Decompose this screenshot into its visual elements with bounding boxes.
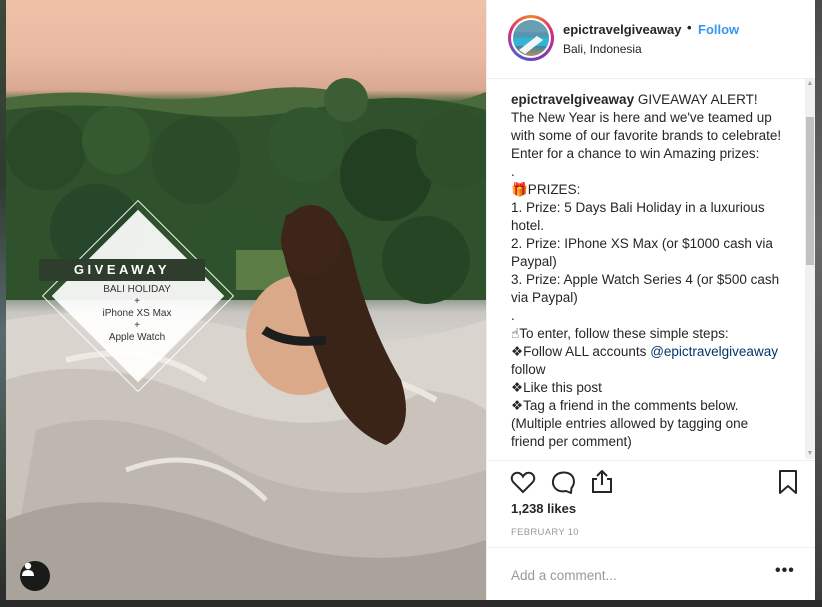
prize-3: 3. Prize: Apple Watch Series 4 (or $500 … xyxy=(511,272,780,305)
overlay-sep: + xyxy=(134,320,140,331)
bottom-band xyxy=(0,600,822,607)
comment-input[interactable] xyxy=(509,563,763,587)
post-sidebar: epictravelgiveaway • Follow Bali, Indone… xyxy=(486,0,815,600)
step-2: ❖Like this post xyxy=(511,380,602,395)
heart-icon xyxy=(510,471,536,494)
likes-count[interactable]: 1,238 likes xyxy=(511,501,576,516)
more-options-icon[interactable]: ••• xyxy=(775,562,795,580)
comment-button[interactable] xyxy=(549,468,577,496)
scroll-down-icon[interactable]: ▼ xyxy=(805,449,815,459)
avatar[interactable] xyxy=(508,15,554,61)
post-photo[interactable]: GIVEAWAY BALI HOLIDAY + iPhone XS Max + … xyxy=(6,0,486,600)
prize-1: 1. Prize: 5 Days Bali Holiday in a luxur… xyxy=(511,200,765,233)
caption-dot: . xyxy=(511,308,515,323)
location-link[interactable]: Bali, Indonesia xyxy=(563,42,642,56)
post-header: epictravelgiveaway • Follow Bali, Indone… xyxy=(487,0,815,79)
step-1-suffix: follow xyxy=(511,362,546,377)
prize-2: 2. Prize: IPhone XS Max (or $1000 cash v… xyxy=(511,236,773,269)
steps-heading: ☝To enter, follow these simple steps: xyxy=(511,326,729,341)
follow-button[interactable]: Follow xyxy=(698,22,739,37)
mention-link[interactable]: @epictravelgiveaway xyxy=(650,344,778,359)
action-bar xyxy=(487,460,815,501)
share-button[interactable] xyxy=(588,468,616,496)
comment-icon xyxy=(551,471,575,494)
scroll-thumb[interactable] xyxy=(806,117,814,265)
overlay-line-watch: Apple Watch xyxy=(108,332,166,343)
step-3: ❖Tag a friend in the comments below. xyxy=(511,398,739,413)
caption-note: (Multiple entries allowed by tagging one… xyxy=(511,416,749,449)
overlay-title: GIVEAWAY xyxy=(39,259,205,281)
share-icon xyxy=(592,470,612,493)
overlay-sep: + xyxy=(134,296,140,307)
save-button[interactable] xyxy=(774,468,802,496)
comment-bar: ••• xyxy=(487,547,815,601)
avatar-image xyxy=(513,20,549,56)
caption-dot: . xyxy=(511,164,515,179)
person-icon xyxy=(22,562,34,576)
header-dot: • xyxy=(687,20,692,35)
caption-scrollbar[interactable]: ▲ ▼ xyxy=(805,79,815,459)
caption-area[interactable]: epictravelgiveaway GIVEAWAY ALERT! The N… xyxy=(487,79,815,459)
step-1: ❖Follow ALL accounts xyxy=(511,344,651,359)
overlay-line-iphone: iPhone XS Max xyxy=(102,308,172,319)
post-date[interactable]: FEBRUARY 10 xyxy=(511,527,579,538)
caption: epictravelgiveaway GIVEAWAY ALERT! The N… xyxy=(511,91,783,451)
bookmark-icon xyxy=(779,470,797,494)
caption-username[interactable]: epictravelgiveaway xyxy=(511,92,634,107)
background-right xyxy=(814,0,822,607)
scroll-up-icon[interactable]: ▲ xyxy=(805,79,815,89)
header-username[interactable]: epictravelgiveaway xyxy=(563,22,682,37)
prizes-heading: 🎁PRIZES: xyxy=(511,182,581,197)
overlay-prizes: BALI HOLIDAY + iPhone XS Max + Apple Wat… xyxy=(39,284,235,344)
overlay-line-bali: BALI HOLIDAY xyxy=(103,284,171,295)
like-button[interactable] xyxy=(509,468,537,496)
user-tag-button[interactable] xyxy=(20,561,50,591)
